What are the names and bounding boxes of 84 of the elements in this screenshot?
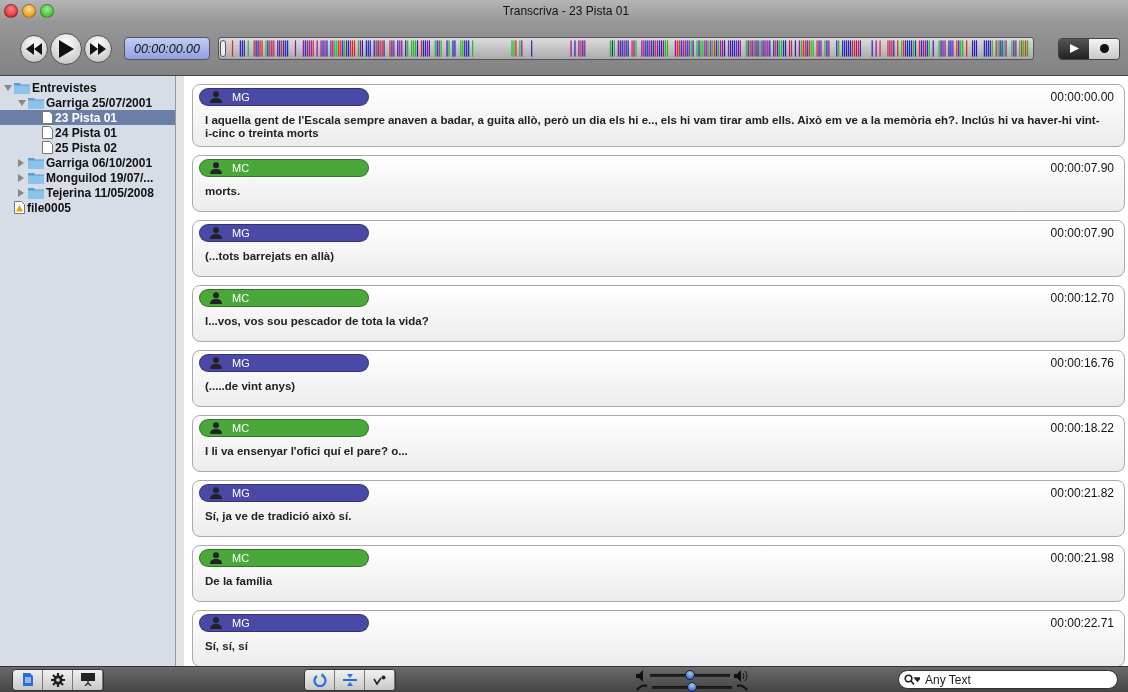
gear-icon: [50, 672, 65, 687]
gear-button[interactable]: [43, 669, 73, 690]
tree-item[interactable]: file0005: [0, 200, 175, 215]
person-icon: [210, 357, 222, 369]
folder-icon: [28, 156, 44, 169]
play-button[interactable]: [50, 32, 82, 65]
timestamp: 00:00:07.90: [1050, 226, 1114, 240]
person-icon: [210, 91, 222, 103]
tree-item[interactable]: 24 Pista 01: [0, 125, 175, 140]
transcript-text: De la família: [204, 574, 274, 588]
search-field[interactable]: Any Text: [898, 670, 1118, 689]
presentation-icon: [80, 673, 95, 686]
timestamp: 00:00:12.70: [1050, 291, 1114, 305]
speaker-tag[interactable]: MG: [199, 88, 369, 106]
timestamp: 00:00:18.22: [1050, 421, 1114, 435]
timestamp: 00:00:07.90: [1050, 161, 1114, 175]
transcript-text: I...vos, vos sou pescador de tota la vida?: [204, 314, 430, 328]
timestamp: 00:00:00.00: [1050, 90, 1114, 104]
checkmark-curve-icon: [372, 673, 387, 686]
close-button[interactable]: [4, 4, 18, 18]
record-mode-button[interactable]: [1089, 38, 1119, 59]
fast-forward-button[interactable]: [84, 34, 112, 63]
speed-slider-thumb[interactable]: [687, 682, 697, 692]
person-icon: [210, 487, 222, 499]
speaker-loud-icon: [734, 669, 748, 682]
person-icon: [210, 552, 222, 564]
timestamp: 00:00:22.71: [1050, 616, 1114, 630]
transcript-text: Sí, ja ve de tradició això sí.: [204, 509, 353, 523]
time-display: 00:00:00.00: [124, 37, 210, 60]
loop-button[interactable]: [305, 669, 335, 690]
transcript-text: I li va ensenyar l'ofici quí el pare? o...: [204, 444, 409, 458]
transcript-text: (...tots barrejats en allà): [204, 249, 336, 263]
transcript-text: I aquella gent de l'Escala sempre anaven a badar, a guita allò, però un dia els hi e.., els hi vam tirar amb ells. Això em ve a la memòria eh?. Inclús hi va haver-hi vint-i-cinc o treinta morts: [204, 113, 1101, 140]
folder-icon: [14, 81, 30, 94]
tree-item[interactable]: Garriga 06/10/2001: [0, 155, 175, 170]
folder-icon: [28, 96, 44, 109]
split-button[interactable]: [335, 669, 365, 690]
play-icon: [58, 39, 74, 58]
pitch-button[interactable]: [365, 669, 395, 690]
presentation-button[interactable]: [73, 669, 103, 690]
speaker-tag[interactable]: MG: [199, 484, 369, 502]
fast-icon: [736, 683, 748, 692]
person-icon: [210, 422, 222, 434]
document-button[interactable]: [13, 669, 43, 690]
playhead-handle[interactable]: [220, 40, 226, 57]
zoom-button[interactable]: [40, 4, 54, 18]
person-icon: [210, 617, 222, 629]
transcript-text: (.....de vint anys): [204, 379, 297, 393]
warning-file-icon: [14, 201, 25, 214]
window-title: Transcriva - 23 Pista 01: [501, 4, 631, 18]
person-icon: [210, 162, 222, 174]
tree-item[interactable]: 23 Pista 01: [0, 110, 175, 125]
loop-icon: [312, 672, 327, 687]
person-icon: [210, 227, 222, 239]
folder-icon: [28, 186, 44, 199]
tree-item[interactable]: Entrevistes: [0, 80, 175, 95]
fast-forward-icon: [90, 42, 106, 55]
document-icon: [42, 141, 53, 154]
slow-icon: [636, 683, 648, 692]
split-icon: [342, 672, 357, 687]
tree-item[interactable]: Tejerina 11/05/2008: [0, 185, 175, 200]
document-icon: [42, 111, 53, 124]
rewind-icon: [26, 42, 42, 55]
timestamp: 00:00:21.98: [1050, 551, 1114, 565]
speaker-tag[interactable]: MG: [199, 614, 369, 632]
play-icon: [1069, 44, 1079, 53]
play-mode-button[interactable]: [1059, 38, 1089, 59]
tree-item[interactable]: Monguilod 19/07/...: [0, 170, 175, 185]
record-icon: [1099, 44, 1109, 53]
tree-item[interactable]: 25 Pista 02: [0, 140, 175, 155]
volume-slider-thumb[interactable]: [685, 670, 695, 680]
minimize-button[interactable]: [22, 4, 36, 18]
document-icon: [42, 126, 53, 139]
timestamp: 00:00:21.82: [1050, 486, 1114, 500]
person-icon: [210, 292, 222, 304]
folder-icon: [28, 171, 44, 184]
speaker-quiet-icon: [636, 669, 646, 682]
timestamp: 00:00:16.76: [1050, 356, 1114, 370]
speaker-tag[interactable]: MG: [199, 224, 369, 242]
document-icon: [21, 673, 34, 686]
speaker-tag[interactable]: MG: [199, 354, 369, 372]
rewind-button[interactable]: [20, 34, 48, 63]
transcript-text: morts.: [204, 184, 242, 198]
transcript-text: Sí, sí, sí: [204, 639, 249, 653]
